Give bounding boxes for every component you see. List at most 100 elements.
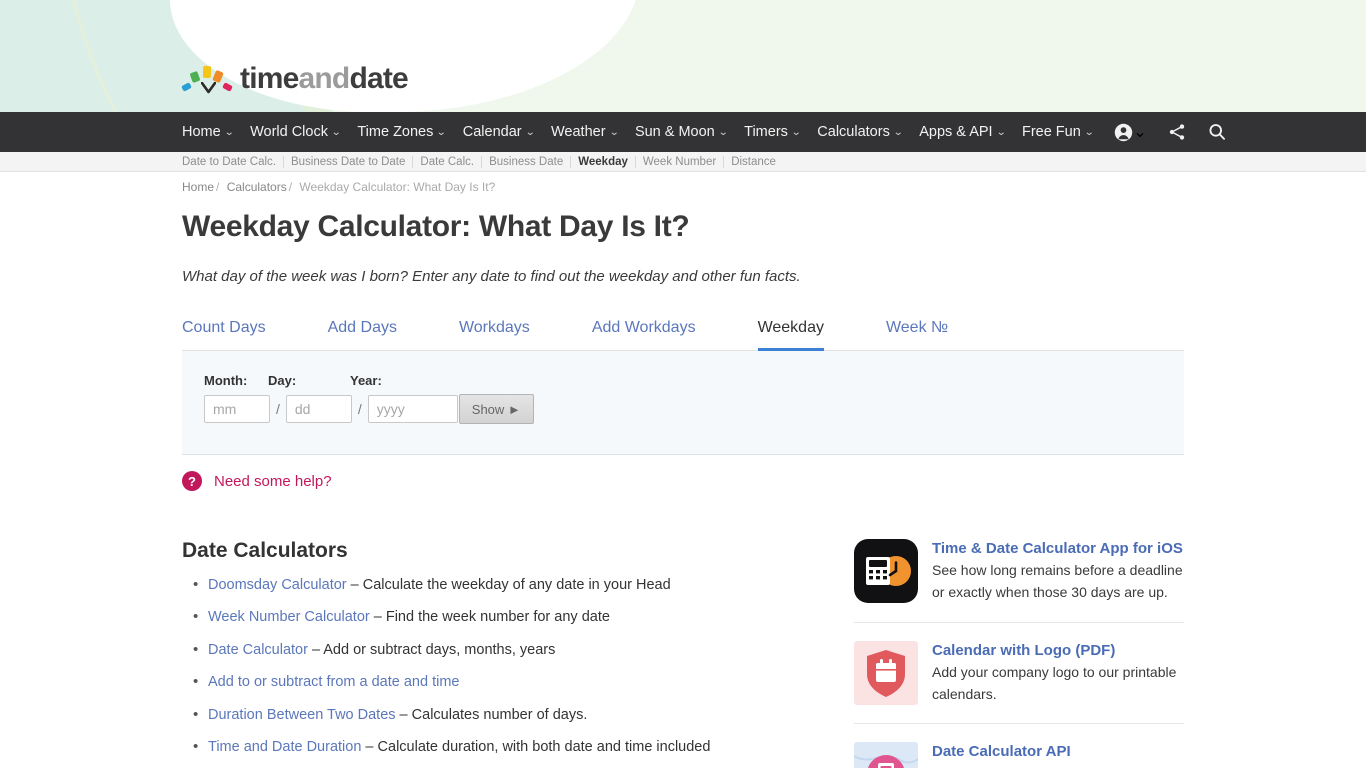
promo-card-calendar-logo[interactable]: Calendar with Logo (PDF) Add your compan… — [854, 640, 1184, 725]
subnav-item-weekday[interactable]: Weekday — [571, 155, 636, 168]
nav-label: Weather — [551, 124, 606, 140]
chevron-down-icon: ⌄ — [790, 126, 802, 138]
subnav-item-business-date-to-date[interactable]: Business Date to Date — [284, 155, 414, 168]
share-icon[interactable] — [1167, 122, 1187, 142]
list-item: Date Calculator – Add or subtract days, … — [182, 641, 854, 659]
promo-card-description: Add your company logo to our printable c… — [932, 663, 1177, 702]
breadcrumb-current: Weekday Calculator: What Day Is It? — [299, 180, 496, 194]
tab-workdays[interactable]: Workdays — [459, 313, 530, 351]
show-button[interactable]: Show ► — [458, 394, 534, 424]
promo-card-title[interactable]: Calendar with Logo (PDF) — [932, 641, 1184, 661]
date-calculators-list: Doomsday Calculator – Calculate the week… — [182, 576, 854, 768]
calculator-tabs: Count Days Add Days Workdays Add Workday… — [182, 313, 1184, 351]
content-columns: Date Calculators Doomsday Calculator – C… — [182, 539, 1366, 768]
chevron-down-icon: ⌄ — [436, 126, 447, 138]
promo-card-title[interactable]: Date Calculator API — [932, 742, 1184, 762]
nav-item-timers[interactable]: Timers ⌄ — [744, 124, 802, 140]
api-calculator-icon — [854, 742, 918, 768]
nav-label: World Clock — [250, 124, 328, 140]
promo-card-description: See how long remains before a deadline o… — [932, 562, 1183, 600]
nav-item-apps-and-api[interactable]: Apps & API ⌄ — [919, 124, 1007, 140]
nav-item-world-clock[interactable]: World Clock ⌄ — [250, 124, 341, 140]
chevron-down-icon: ⌄ — [717, 126, 729, 138]
tab-count-days[interactable]: Count Days — [182, 313, 266, 351]
breadcrumb-separator: / — [288, 180, 293, 194]
calendar-shield-icon — [854, 640, 918, 705]
question-mark-icon: ? — [182, 471, 202, 491]
list-item-rest: – Find the week number for any date — [369, 609, 610, 626]
subnav-item-distance[interactable]: Distance — [724, 156, 783, 168]
sidebar-promo-column: Time & Date Calculator App for iOS See h… — [854, 539, 1184, 768]
date-separator: / — [276, 401, 280, 417]
account-icon[interactable]: ⌄ — [1114, 122, 1147, 142]
day-input[interactable] — [285, 395, 352, 423]
nav-item-calendar[interactable]: Calendar ⌄ — [463, 124, 536, 140]
link-doomsday-calculator[interactable]: Doomsday Calculator — [208, 577, 347, 593]
promo-card-description: Find a specific business date and — [932, 764, 1184, 768]
nav-item-time-zones[interactable]: Time Zones ⌄ — [357, 124, 447, 140]
promo-card-body: Calendar with Logo (PDF) Add your compan… — [932, 641, 1184, 706]
promo-card-ios-app[interactable]: Time & Date Calculator App for iOS See h… — [854, 539, 1184, 623]
chevron-down-icon: ⌄ — [1083, 126, 1095, 138]
breadcrumb-home[interactable]: Home — [182, 180, 214, 194]
subnav-item-date-calc[interactable]: Date Calc. — [413, 155, 483, 168]
need-help-label: Need some help? — [214, 472, 332, 490]
breadcrumb-calculators[interactable]: Calculators — [227, 180, 287, 194]
chevron-down-icon: ⌄ — [524, 126, 536, 138]
tab-add-days[interactable]: Add Days — [328, 313, 397, 351]
list-item-rest: – Calculate the weekday of any date in y… — [346, 577, 671, 593]
year-label: Year: — [350, 373, 382, 388]
breadcrumb: Home / Calculators / Weekday Calculator: W… — [0, 172, 1366, 194]
chevron-down-icon: ⌄ — [995, 126, 1007, 138]
tab-add-workdays[interactable]: Add Workdays — [592, 313, 696, 351]
nav-label: Calculators — [817, 124, 890, 140]
logo-date: date — [349, 62, 408, 95]
tab-weekday[interactable]: Weekday — [757, 313, 824, 351]
subnav-item-week-number[interactable]: Week Number — [636, 155, 725, 168]
year-input[interactable] — [367, 395, 458, 423]
search-icon[interactable] — [1207, 122, 1227, 142]
link-time-and-date-duration[interactable]: Time and Date Duration — [208, 739, 361, 755]
logo-wordmark: timeanddate — [240, 62, 409, 95]
date-calculators-heading: Date Calculators — [182, 539, 348, 562]
promo-card-title[interactable]: Time & Date Calculator App for iOS — [932, 539, 1184, 559]
date-separator: / — [357, 401, 362, 417]
form-labels-row: Month: Day: Year: — [204, 373, 1184, 388]
list-item: Week Number Calculator – Find the week n… — [182, 608, 854, 626]
main-navigation: Home ⌄ World Clock ⌄ Time Zones ⌄ Calendar ⌄… — [0, 112, 1366, 152]
subnav-item-date-to-date-calc[interactable]: Date to Date Calc. — [182, 155, 284, 168]
chevron-down-icon: ⌄ — [1133, 124, 1147, 141]
link-duration-between-two-dates[interactable]: Duration Between Two Dates — [208, 707, 396, 723]
day-label: Day: — [268, 373, 297, 388]
nav-item-home[interactable]: Home ⌄ — [182, 124, 234, 140]
tab-week-number[interactable]: Week № — [886, 313, 948, 351]
promo-card-body: Time & Date Calculator App for iOS See h… — [932, 539, 1184, 604]
nav-label: Free Fun — [1021, 124, 1081, 140]
nav-item-weather[interactable]: Weather ⌄ — [551, 124, 619, 140]
site-logo[interactable]: timeanddate — [181, 60, 409, 98]
form-inputs-row: / / Show ► — [204, 394, 1184, 424]
chevron-down-icon: ⌄ — [608, 126, 619, 138]
nav-label: Sun & Moon — [634, 124, 715, 140]
month-input[interactable] — [204, 395, 270, 423]
link-week-number-calculator[interactable]: Week Number Calculator — [208, 609, 370, 625]
nav-item-calculators[interactable]: Calculators ⌄ — [817, 124, 904, 140]
breadcrumb-separator: / — [216, 180, 220, 194]
nav-label: Time Zones — [357, 124, 434, 140]
weekday-form-panel: Month: Day: Year: / / Show ► — [182, 351, 1184, 455]
link-date-calculator[interactable]: Date Calculator — [208, 642, 308, 658]
site-banner: timeanddate — [0, 0, 1366, 112]
nav-label: Apps & API — [919, 124, 993, 140]
nav-item-free-fun[interactable]: Free Fun ⌄ — [1021, 124, 1095, 140]
month-label: Month: — [204, 373, 248, 388]
chevron-down-icon: ⌄ — [892, 126, 904, 138]
promo-card-date-calculator-api[interactable]: Date Calculator API Find a specific busi… — [854, 742, 1184, 768]
link-add-subtract-date-time[interactable]: Add to or subtract from a date and time — [208, 674, 459, 690]
page-title: Weekday Calculator: What Day Is It? — [182, 210, 690, 243]
need-help-link[interactable]: ? Need some help? — [182, 471, 1366, 491]
logo-and: and — [298, 62, 351, 95]
list-item: Add to or subtract from a date and time — [182, 673, 854, 691]
subnav-item-business-date[interactable]: Business Date — [482, 155, 572, 168]
nav-item-sun-and-moon[interactable]: Sun & Moon ⌄ — [634, 124, 729, 140]
list-item: Duration Between Two Dates – Calculates … — [182, 706, 854, 724]
